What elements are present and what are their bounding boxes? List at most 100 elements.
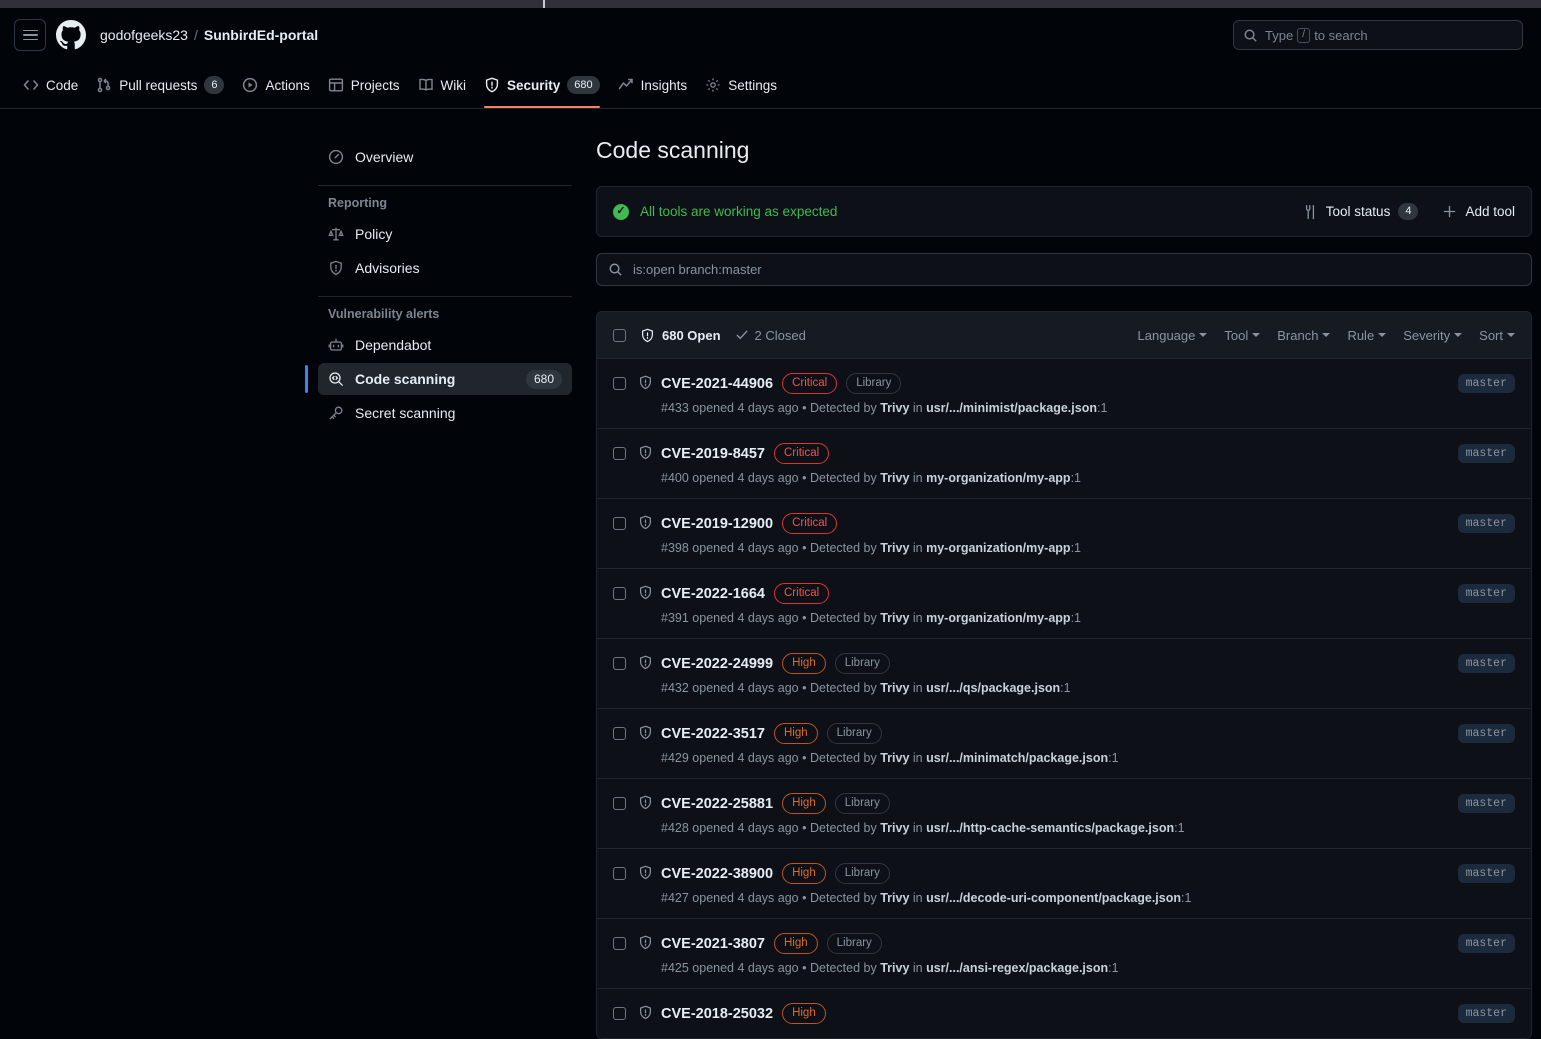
alert-meta: #398 opened 4 days ago • Detected by Tri… (661, 541, 1446, 555)
branch-badge[interactable]: master (1458, 934, 1515, 953)
alert-row[interactable]: CVE-2022-3517HighLibrary#429 opened 4 da… (597, 709, 1531, 779)
alert-detected-by: Detected by (810, 541, 877, 555)
tab-actions[interactable]: Actions (233, 62, 318, 108)
sidebar-group-vulnerability-alerts-title: Vulnerability alerts (318, 307, 572, 321)
alert-checkbox[interactable] (613, 1007, 626, 1020)
alert-checkbox[interactable] (613, 797, 626, 810)
branch-badge[interactable]: master (1458, 794, 1515, 813)
branch-badge[interactable]: master (1458, 444, 1515, 463)
tab-settings[interactable]: Settings (696, 62, 786, 108)
breadcrumb-owner[interactable]: godofgeeks23 (100, 27, 188, 43)
closed-alerts-filter[interactable]: 2 Closed (735, 328, 806, 343)
alert-title[interactable]: CVE-2021-3807 (661, 936, 765, 952)
alert-body: CVE-2022-24999HighLibrary#432 opened 4 d… (661, 653, 1446, 695)
alert-row[interactable]: CVE-2018-25032 High master (597, 989, 1531, 1038)
alert-line-number: :1 (1071, 471, 1081, 485)
breadcrumb: godofgeeks23 / SunbirdEd-portal (100, 27, 318, 43)
tool-status-button[interactable]: Tool status 4 (1302, 203, 1419, 220)
alert-title[interactable]: CVE-2022-1664 (661, 586, 765, 602)
filter-tool[interactable]: Tool (1224, 328, 1260, 343)
github-logo-icon[interactable] (56, 19, 88, 51)
tab-code[interactable]: Code (14, 62, 87, 108)
alert-title[interactable]: CVE-2022-24999 (661, 656, 773, 672)
alert-tool: Trivy (880, 471, 909, 485)
alert-opened: opened 4 days ago (692, 541, 798, 555)
alert-path: usr/.../decode-uri-component/package.jso… (926, 891, 1181, 905)
alert-checkbox[interactable] (613, 587, 626, 600)
filter-sort[interactable]: Sort (1479, 328, 1515, 343)
shield-alert-icon (638, 445, 653, 465)
alert-row[interactable]: CVE-2022-25881HighLibrary#428 opened 4 d… (597, 779, 1531, 849)
alert-line-number: :1 (1181, 891, 1191, 905)
open-alerts-filter[interactable]: 680 Open (640, 328, 721, 343)
branch-badge[interactable]: master (1458, 514, 1515, 533)
tab-security[interactable]: Security 680 (475, 62, 609, 108)
sidebar-item-policy[interactable]: Policy (318, 218, 572, 250)
alert-filter-dropdowns: Language Tool Branch Rule Severity Sort (1138, 328, 1515, 343)
shield-alert-icon (328, 260, 344, 276)
branch-badge[interactable]: master (1458, 724, 1515, 743)
tab-pull-requests[interactable]: Pull requests 6 (87, 62, 233, 108)
sidebar-item-dependabot[interactable]: Dependabot (318, 329, 572, 361)
hamburger-menu-icon[interactable] (14, 19, 46, 51)
alert-checkbox[interactable] (613, 657, 626, 670)
alert-checkbox[interactable] (613, 867, 626, 880)
severity-badge: Critical (774, 443, 829, 464)
alert-title[interactable]: CVE-2022-25881 (661, 796, 773, 812)
alert-row[interactable]: CVE-2019-12900Critical#398 opened 4 days… (597, 499, 1531, 569)
sidebar-item-advisories[interactable]: Advisories (318, 252, 572, 284)
search-slash-key: / (1297, 28, 1310, 43)
sidebar-item-code-scanning[interactable]: Code scanning 680 (318, 363, 572, 395)
alert-row[interactable]: CVE-2021-44906CriticalLibrary#433 opened… (597, 359, 1531, 429)
alert-title[interactable]: CVE-2018-25032 (661, 1006, 773, 1022)
alert-row[interactable]: CVE-2019-8457Critical#400 opened 4 days … (597, 429, 1531, 499)
alert-row[interactable]: CVE-2022-24999HighLibrary#432 opened 4 d… (597, 639, 1531, 709)
global-header: godofgeeks23 / SunbirdEd-portal Type / t… (0, 8, 1541, 62)
tab-projects[interactable]: Projects (319, 62, 409, 108)
alert-title[interactable]: CVE-2019-12900 (661, 516, 773, 532)
branch-badge[interactable]: master (1458, 864, 1515, 883)
sidebar-item-overview[interactable]: Overview (318, 141, 572, 173)
alert-checkbox[interactable] (613, 377, 626, 390)
alert-checkbox[interactable] (613, 517, 626, 530)
breadcrumb-repo[interactable]: SunbirdEd-portal (204, 27, 318, 43)
alert-meta: #428 opened 4 days ago • Detected by Tri… (661, 821, 1446, 835)
filter-branch[interactable]: Branch (1277, 328, 1330, 343)
alert-tool: Trivy (880, 681, 909, 695)
global-search-input[interactable]: Type / to search (1233, 20, 1523, 50)
branch-badge[interactable]: master (1458, 584, 1515, 603)
alert-title[interactable]: CVE-2022-38900 (661, 866, 773, 882)
alert-checkbox[interactable] (613, 727, 626, 740)
check-circle-icon: ✓ (613, 204, 629, 220)
add-tool-button[interactable]: Add tool (1442, 204, 1515, 219)
select-all-checkbox[interactable] (613, 329, 626, 342)
alert-in: in (913, 821, 923, 835)
filter-rule[interactable]: Rule (1347, 328, 1386, 343)
alert-row[interactable]: CVE-2021-3807HighLibrary#425 opened 4 da… (597, 919, 1531, 989)
branch-badge[interactable]: master (1458, 374, 1515, 393)
severity-badge: High (782, 1003, 826, 1024)
branch-badge[interactable]: master (1458, 1004, 1515, 1023)
alert-title[interactable]: CVE-2021-44906 (661, 376, 773, 392)
tab-insights[interactable]: Insights (609, 62, 697, 108)
branch-badge[interactable]: master (1458, 654, 1515, 673)
alert-checkbox[interactable] (613, 447, 626, 460)
alert-opened: opened 4 days ago (692, 961, 798, 975)
alert-title[interactable]: CVE-2019-8457 (661, 446, 765, 462)
alert-meta-separator: • (802, 891, 806, 905)
add-tool-button-label: Add tool (1465, 204, 1515, 219)
alert-filter-input[interactable]: is:open branch:master (596, 253, 1532, 286)
filter-severity[interactable]: Severity (1403, 328, 1462, 343)
alert-opened: opened 4 days ago (692, 401, 798, 415)
alert-tool: Trivy (880, 891, 909, 905)
sidebar-item-secret-scanning[interactable]: Secret scanning (318, 397, 572, 429)
alert-opened: opened 4 days ago (692, 681, 798, 695)
alert-row[interactable]: CVE-2022-38900HighLibrary#427 opened 4 d… (597, 849, 1531, 919)
graph-icon (618, 77, 634, 93)
alert-title[interactable]: CVE-2022-3517 (661, 726, 765, 742)
tab-wiki[interactable]: Wiki (409, 62, 476, 108)
alert-row[interactable]: CVE-2022-1664Critical#391 opened 4 days … (597, 569, 1531, 639)
filter-language[interactable]: Language (1138, 328, 1208, 343)
alert-checkbox[interactable] (613, 937, 626, 950)
alert-number: #391 (661, 611, 689, 625)
